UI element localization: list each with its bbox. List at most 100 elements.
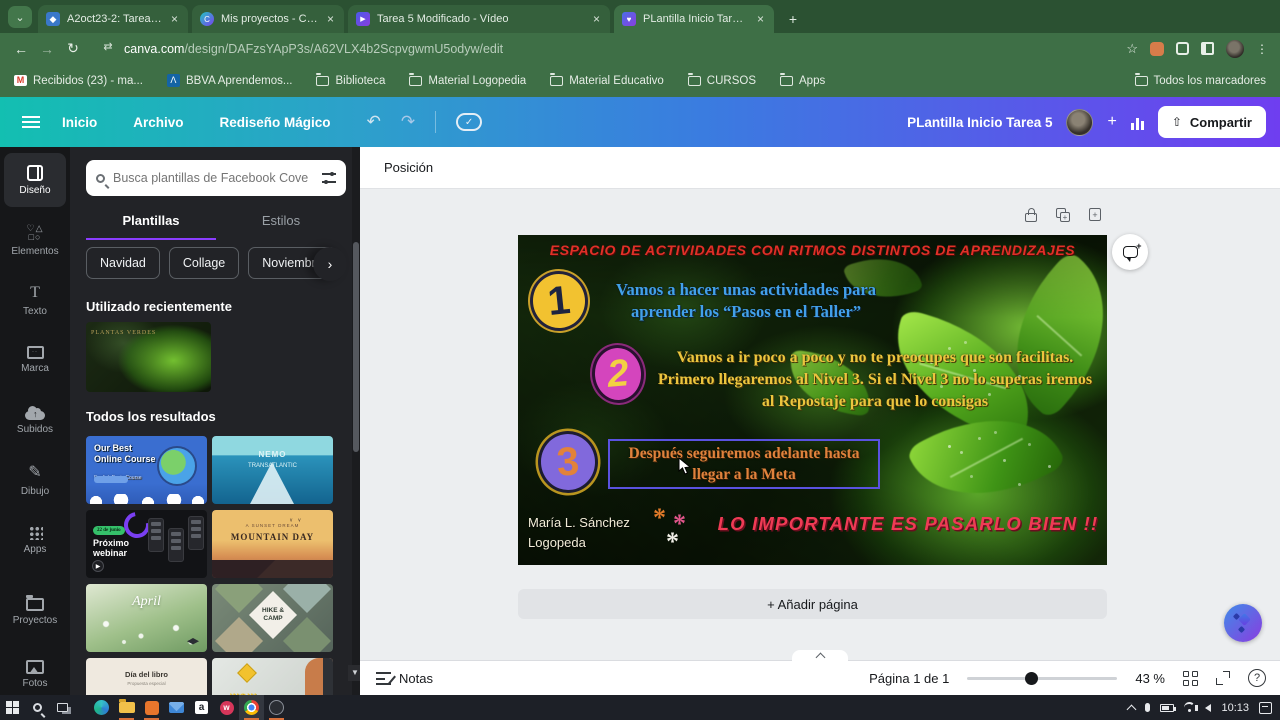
template-thumbnail-nemo[interactable]: NEMO TRANSATLANTIC	[212, 436, 333, 504]
zoom-slider[interactable]	[967, 671, 1118, 685]
step-1-text[interactable]: Vamos a hacer unas actividades para apre…	[596, 279, 896, 323]
template-thumbnail-april[interactable]: April	[86, 584, 207, 652]
sidebar-item-subidos[interactable]: ↑ Subidos	[4, 393, 66, 447]
bookmark-folder-educativo[interactable]: Material Educativo	[550, 72, 664, 87]
add-page-button[interactable]: + Añadir página	[518, 589, 1107, 619]
browser-tab-active[interactable]: ♥ PLantilla Inicio Tarea 5 - Faceb ×	[614, 5, 774, 33]
saved-cloud-icon[interactable]: ✓	[456, 113, 483, 131]
reload-icon[interactable]: ↻	[60, 40, 86, 57]
design-footer-text[interactable]: LO IMPORTANTE ES PASARLO BIEN !!	[713, 513, 1103, 535]
wifi-icon[interactable]	[1184, 702, 1196, 713]
edge-icon[interactable]	[89, 695, 114, 720]
browser-tab-1[interactable]: ◆ A2oct23-2: Tarea práctica 6 - N ×	[38, 5, 188, 33]
pills-scroll-right-icon[interactable]: ›	[313, 247, 347, 281]
browser-tab-3[interactable]: ▶ Tarea 5 Modificado - Vídeo ×	[348, 5, 610, 33]
bookmark-folder-logopedia[interactable]: Material Logopedia	[409, 72, 526, 87]
bookmark-folder-biblioteca[interactable]: Biblioteca	[316, 72, 385, 87]
orange-app-icon[interactable]	[139, 695, 164, 720]
sidebar-item-texto[interactable]: T Texto	[4, 273, 66, 327]
tab-plantillas[interactable]: Plantillas	[86, 205, 216, 240]
recent-template-thumbnail[interactable]: PLANTAS VERDES	[86, 322, 211, 392]
sidebar-item-apps[interactable]: Apps	[4, 513, 66, 567]
clock[interactable]: 10:13	[1221, 702, 1249, 714]
bookmark-folder-cursos[interactable]: CURSOS	[687, 72, 756, 87]
chrome-icon[interactable]	[239, 695, 264, 720]
all-bookmarks-button[interactable]: Todos los marcadores	[1134, 72, 1266, 87]
browser-menu-icon[interactable]: ⋮	[1256, 42, 1268, 56]
add-comment-button[interactable]: +	[1112, 234, 1148, 270]
template-thumbnail-online-course[interactable]: Our BestOnline Course English Basic Cour…	[86, 436, 207, 504]
sidebar-item-elementos[interactable]: ♡△ □○ Elementos	[4, 213, 66, 267]
camera-app-icon[interactable]	[264, 695, 289, 720]
template-search-box[interactable]	[86, 160, 346, 196]
search-input[interactable]	[113, 171, 314, 185]
battery-icon[interactable]	[1160, 703, 1177, 712]
forward-icon[interactable]: →	[34, 41, 60, 57]
grid-view-icon[interactable]	[1183, 670, 1198, 686]
browser-profile-avatar[interactable]	[1226, 39, 1244, 58]
taskbar-search-icon[interactable]	[25, 695, 50, 720]
asterisk-decor[interactable]: *	[666, 527, 679, 557]
tab-search-button[interactable]: ⌄	[8, 6, 32, 28]
filter-pill-navidad[interactable]: Navidad	[86, 247, 160, 279]
selected-text-box[interactable]: Después seguiremos adelante hasta llegar…	[608, 439, 880, 489]
duplicate-page-icon[interactable]: +	[1055, 207, 1071, 223]
microphone-icon[interactable]	[1145, 703, 1151, 712]
close-tab-icon[interactable]: ×	[169, 12, 180, 26]
close-tab-icon[interactable]: ×	[591, 12, 602, 26]
extension-icon[interactable]	[1150, 41, 1164, 56]
browser-tab-2[interactable]: C Mis proyectos - Canva ×	[192, 5, 344, 33]
add-member-button[interactable]: +	[1107, 113, 1116, 131]
filter-pill-collage[interactable]: Collage	[168, 247, 240, 279]
windows-start-button[interactable]	[0, 695, 25, 720]
notes-button[interactable]: Notas	[360, 671, 433, 686]
design-title-text[interactable]: ESPACIO DE ACTIVIDADES CON RITMOS DISTIN…	[518, 242, 1107, 258]
sidebar-item-marca[interactable]: ·· Marca	[4, 333, 66, 387]
bookmark-recibidos[interactable]: M Recibidos (23) - ma...	[14, 75, 143, 87]
amazon-icon[interactable]: a	[189, 695, 214, 720]
speaker-icon[interactable]	[1195, 703, 1212, 712]
position-button[interactable]: Posición	[376, 154, 441, 181]
step-3-text[interactable]: Después seguiremos adelante hasta llegar…	[614, 443, 874, 485]
red-app-icon[interactable]: w	[214, 695, 239, 720]
mail-icon[interactable]	[164, 695, 189, 720]
lock-icon[interactable]	[1023, 207, 1039, 223]
task-view-icon[interactable]	[50, 695, 75, 720]
undo-icon[interactable]: ↶	[367, 112, 381, 132]
sidebar-item-fotos[interactable]: Fotos	[4, 647, 66, 701]
side-panel-icon[interactable]	[1201, 42, 1214, 55]
template-thumbnail-mountain-day[interactable]: ᵛ ᵛ A SUNSET DREAM MOUNTAIN DAY	[212, 510, 333, 578]
zoom-slider-handle[interactable]	[1025, 671, 1039, 685]
close-tab-icon[interactable]: ×	[755, 12, 766, 26]
add-page-icon[interactable]: +	[1087, 207, 1103, 223]
menu-icon[interactable]	[22, 116, 40, 128]
nav-rediseno-magico[interactable]: Rediseño Mágico	[220, 115, 331, 130]
step-2-text[interactable]: Vamos a ir poco a poco y no te preocupes…	[650, 347, 1100, 413]
redo-icon[interactable]: ↷	[401, 112, 415, 132]
nav-archivo[interactable]: Archivo	[133, 115, 183, 130]
sidebar-item-dibujo[interactable]: ✎ Dibujo	[4, 453, 66, 507]
help-icon[interactable]: ?	[1248, 669, 1266, 687]
asterisk-decor[interactable]: *	[653, 503, 666, 533]
tab-estilos[interactable]: Estilos	[216, 205, 346, 240]
url-field[interactable]: canva.com/design/DAFzsYApP3s/A62VLX4b2Sc…	[124, 42, 503, 56]
filter-icon[interactable]	[322, 172, 336, 184]
bookmark-folder-apps[interactable]: Apps	[780, 72, 825, 87]
template-thumbnail-hike-camp[interactable]: HIKE & CAMP	[212, 584, 333, 652]
new-tab-button[interactable]: +	[782, 8, 804, 30]
fullscreen-icon[interactable]	[1216, 671, 1230, 685]
notification-center-icon[interactable]	[1259, 701, 1272, 714]
sidebar-item-proyectos[interactable]: Proyectos	[4, 585, 66, 639]
extensions-icon[interactable]	[1176, 42, 1189, 55]
bookmark-bbva[interactable]: Λ BBVA Aprendemos...	[166, 74, 292, 87]
site-info-icon[interactable]: ⇄	[96, 40, 120, 58]
tray-expand-icon[interactable]	[1127, 704, 1137, 714]
user-avatar[interactable]	[1066, 108, 1094, 136]
back-icon[interactable]: ←	[8, 41, 34, 57]
template-thumbnail-webinar[interactable]: 22 de junio Próximo webinar ▶	[86, 510, 207, 578]
panel-scrollbar[interactable]	[352, 147, 360, 695]
signature-text[interactable]: María L. Sánchez Logopeda	[528, 513, 630, 553]
design-page[interactable]: ESPACIO DE ACTIVIDADES CON RITMOS DISTIN…	[518, 235, 1107, 565]
file-explorer-icon[interactable]	[114, 695, 139, 720]
canva-assistant-button[interactable]	[1224, 604, 1262, 642]
